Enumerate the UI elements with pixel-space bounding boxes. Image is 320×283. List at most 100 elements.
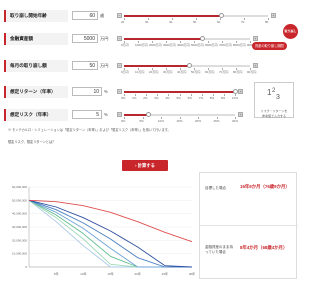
slider-tick-label: 20% xyxy=(195,119,202,123)
increment-button[interactable]: + xyxy=(253,36,258,41)
value-input[interactable]: 5000 xyxy=(72,34,98,43)
value-input[interactable]: 10 xyxy=(72,87,102,96)
x-tick-label: 10年 xyxy=(80,271,86,276)
svg-text:3: 3 xyxy=(276,94,280,101)
slider-tick-label: 10万円 xyxy=(135,70,145,74)
y-tick-label: 20,000,000 xyxy=(12,238,27,242)
y-tick-label: 0 xyxy=(25,265,27,269)
input-label: 想定リターン（年率） xyxy=(4,86,68,98)
calculate-button[interactable]: › 計算する xyxy=(122,160,168,171)
slider-tick-label: 25% xyxy=(213,119,220,123)
card-subtitle: 参考値で入力する xyxy=(261,114,286,118)
simulation-note: ※ モンテカルロ・シミュレーションは「想定リターン（年率）」および「想定リスク（… xyxy=(8,128,171,132)
slider-tick-label: 40 xyxy=(169,20,173,24)
slider-thumb[interactable] xyxy=(199,36,205,42)
x-tick-label: 30年 xyxy=(189,271,195,276)
value-input[interactable]: 5 xyxy=(72,110,102,119)
worst-label: 金融資産のまま持っていた場合 xyxy=(205,245,233,254)
drawdown-period-bubble[interactable]: 資産の取り崩し期間 xyxy=(252,42,287,50)
increment-button[interactable]: + xyxy=(238,89,243,94)
slider-tick-label: 20 xyxy=(121,20,125,24)
slider-tick-label: 7% xyxy=(198,96,204,100)
drawdown-badge: 取り崩し xyxy=(283,24,298,39)
slider-tick-label: 5% xyxy=(139,119,144,123)
slider-tick-label: 9% xyxy=(220,96,226,100)
y-tick-label: 10,000,000 xyxy=(12,252,27,256)
unit-label: 万円 xyxy=(100,63,109,68)
slider-tick-label: 2000万円 xyxy=(149,43,162,47)
slider-tick-label: 6% xyxy=(187,96,192,100)
slider-tick-label: 70 xyxy=(241,20,245,24)
slider-tick-label: 60万円 xyxy=(205,70,215,74)
slider-tick-label: 7000万円 xyxy=(219,43,232,47)
slider-thumb[interactable] xyxy=(187,63,193,69)
y-tick-label: 50,000,000 xyxy=(12,198,27,202)
slider-tick-label: 70万円 xyxy=(219,70,229,74)
slider-fill xyxy=(124,15,222,17)
slider-tick-label: 0万円 xyxy=(121,43,129,47)
slider-tick-label: 4% xyxy=(165,96,170,100)
slider-tick-label: 60 xyxy=(217,20,221,24)
slider-tick-label: 50 xyxy=(193,20,197,24)
x-tick-label: 5年 xyxy=(54,271,59,276)
slider-fill xyxy=(124,38,203,40)
slider-fill xyxy=(124,114,149,116)
numbers-icon: 1 2 3 xyxy=(267,88,280,101)
slider-tick-label: 0万円 xyxy=(121,70,129,74)
increment-button[interactable]: + xyxy=(271,13,276,18)
value-input[interactable]: 50 xyxy=(72,61,98,70)
chevron-right-icon: › xyxy=(135,163,137,168)
drawdown-chart-svg: 60,000,000 50,000,000 40,000,000 30,000,000… xyxy=(12,185,195,276)
slider-tick-label: 10% xyxy=(232,96,239,100)
decrement-button[interactable]: − xyxy=(117,36,122,41)
decrement-button[interactable]: − xyxy=(117,63,122,68)
slider-tick-label: 0% xyxy=(121,96,126,100)
slider-fill xyxy=(124,91,235,93)
unit-label: 万円 xyxy=(100,36,109,41)
decrement-button[interactable]: − xyxy=(117,112,122,117)
input-label: 毎月の取り崩し額 xyxy=(4,60,68,72)
card-title: リスク・リターンを xyxy=(260,109,288,113)
input-label: 取り崩し開始年齢 xyxy=(4,10,68,22)
decrement-button[interactable]: − xyxy=(117,13,122,18)
reference-values-card[interactable]: 1 2 3 リスク・リターンを 参考値で入力する xyxy=(254,82,294,118)
decrement-button[interactable]: − xyxy=(117,89,122,94)
calculate-label: 計算する xyxy=(137,163,155,168)
increment-button[interactable]: + xyxy=(253,63,258,68)
x-tick-label: 20年 xyxy=(134,271,140,276)
worst-value: 8年4か月（68歳4か月） xyxy=(240,245,288,250)
slider-tick-label: 5% xyxy=(176,96,181,100)
slider-tick-label: 0% xyxy=(121,119,126,123)
slider-tick-label: 15% xyxy=(176,119,183,123)
slider-tick-label: 90万円 xyxy=(247,70,257,74)
slider-thumb[interactable] xyxy=(145,112,151,118)
y-tick-label: 60,000,000 xyxy=(12,185,27,189)
input-label: 金融資産額 xyxy=(4,33,68,45)
slider-tick-label: 80万円 xyxy=(233,70,243,74)
y-tick-label: 40,000,000 xyxy=(12,212,27,216)
slider-tick-label: 40万円 xyxy=(177,70,187,74)
unit-label: 歳 xyxy=(100,13,105,18)
increment-button[interactable]: + xyxy=(238,112,243,117)
x-tick-label: 25年 xyxy=(162,271,168,276)
slider-tick-label: 1000万円 xyxy=(135,43,148,47)
value-input[interactable]: 60 xyxy=(72,11,98,20)
slider-tick-label: 4000万円 xyxy=(177,43,190,47)
slider-tick-label: 8000万円 xyxy=(233,43,246,47)
slider-tick-label: 3000万円 xyxy=(163,43,176,47)
slider-fill xyxy=(124,65,190,67)
median-value: 16年9か月（76歳9か月） xyxy=(240,184,290,189)
slider-tick-label: 20万円 xyxy=(149,70,159,74)
input-label: 想定リスク（年率） xyxy=(4,109,68,121)
x-tick-label: 15年 xyxy=(107,271,113,276)
slider-tick-label: 30% xyxy=(232,119,239,123)
slider-tick-label: 3% xyxy=(154,96,159,100)
results-panel: 目標した場合 16年9か月（76歳9か月） 金融資産のまま持っていた場合 8年4… xyxy=(199,172,298,279)
slider-tick-label: 80 xyxy=(265,20,269,24)
y-tick-label: 30,000,000 xyxy=(12,225,27,229)
risk-return-help-link[interactable]: 想定リスク、想定リターンとは？ xyxy=(8,139,55,144)
slider-tick-label: 1% xyxy=(132,96,137,100)
slider-tick-label: 50万円 xyxy=(191,70,201,74)
median-label: 目標した場合 xyxy=(205,186,226,190)
slider-tick-label: 5000万円 xyxy=(191,43,204,47)
